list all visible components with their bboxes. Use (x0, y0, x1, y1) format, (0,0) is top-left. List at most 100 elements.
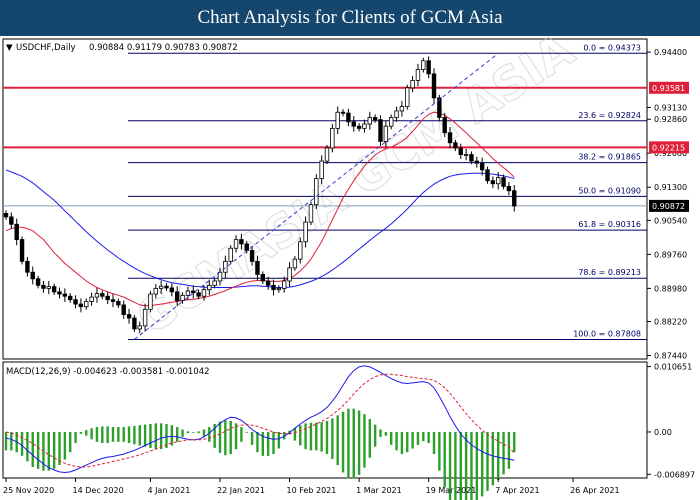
candle (148, 290, 153, 313)
macd-histogram-bar (208, 427, 211, 442)
fib-label: 100.0 = 0.87808 (573, 329, 641, 338)
fib-label: 78.6 = 0.89213 (578, 268, 641, 277)
macd-histogram-bar (69, 431, 72, 453)
candle-body (249, 250, 255, 262)
macd-histogram-bar (427, 431, 430, 444)
y-tick-label: 0.91300 (654, 183, 687, 192)
x-tick-label: 10 Feb 2021 (287, 486, 337, 495)
candle (378, 115, 383, 146)
candle-body (148, 293, 153, 310)
x-tick-label: 1 Mar 2021 (356, 486, 402, 495)
candle-body (421, 60, 426, 70)
chart-title: Chart Analysis for Clients of GCM Asia (197, 7, 503, 28)
macd-histogram-bar (491, 431, 495, 486)
macd-histogram-bar (127, 426, 131, 444)
candle-body (394, 110, 399, 118)
macd-histogram-bar (277, 431, 281, 449)
macd-histogram-bar (250, 431, 254, 445)
candle-body (367, 117, 372, 125)
candle-body (41, 284, 46, 289)
macd-histogram-bar (341, 411, 345, 473)
candle (19, 236, 25, 265)
macd-histogram-bar (79, 431, 83, 434)
macd-histogram-bar (379, 429, 382, 437)
current-price-label: 0.90872 (652, 202, 685, 211)
candle-body (233, 239, 239, 249)
macd-y-tick-label: -0.006897 (654, 470, 695, 479)
chart-area: GCMASIA GCM ASIA 0.0 = 0.9437323.6 = 0.9… (2, 36, 695, 500)
macd-histogram-bar (336, 415, 339, 466)
candle-body (495, 177, 501, 185)
macd-histogram-bar (31, 431, 34, 467)
macd-histogram-bar (486, 431, 489, 491)
candle-body (362, 123, 367, 129)
candle-body (426, 60, 431, 75)
dropdown-triangle-icon[interactable]: ▼ (6, 43, 13, 53)
fib-label: 23.6 = 0.92824 (578, 111, 641, 120)
macd-histogram-bar (181, 429, 184, 437)
resistance-tag-label: 0.92215 (652, 143, 685, 152)
macd-histogram-bar (325, 420, 329, 455)
candle-body (68, 295, 73, 301)
macd-histogram-bar (240, 427, 243, 442)
candle-body (19, 239, 25, 262)
macd-histogram-bar (197, 431, 200, 434)
macd-histogram-bar (176, 427, 179, 442)
candle-body (169, 287, 175, 293)
macd-histogram-bar (357, 410, 361, 475)
candle-body (158, 285, 164, 289)
candle-body (180, 294, 185, 301)
candle-body (378, 119, 383, 142)
macd-histogram-bar (192, 431, 195, 433)
candle (437, 94, 442, 121)
candle-body (469, 154, 474, 162)
candle-body (201, 289, 207, 297)
candle-body (174, 291, 180, 301)
candle-body (458, 147, 463, 155)
candle-body (490, 180, 496, 185)
macd-histogram-bar (363, 414, 366, 468)
macd-histogram-bar (111, 427, 115, 442)
candle (330, 124, 335, 153)
candle-body (196, 292, 201, 297)
macd-histogram-bar (154, 423, 157, 450)
candle-body (335, 111, 340, 129)
candle-body (340, 111, 346, 114)
macd-histogram-bar (502, 431, 505, 475)
candle-body (388, 117, 394, 127)
candle-body (447, 132, 453, 144)
macd-histogram-bar (513, 431, 516, 453)
macd-histogram-bar (218, 421, 222, 453)
candle-body (255, 260, 260, 275)
y-tick-label: 0.88980 (654, 284, 687, 293)
macd-histogram-bar (122, 427, 125, 442)
candle-body (185, 290, 191, 296)
macd-panel (2, 361, 648, 479)
macd-histogram-bar (347, 408, 350, 479)
macd-histogram-bar (299, 425, 302, 446)
macd-histogram-bar (106, 426, 109, 444)
macd-histogram-bar (117, 427, 120, 442)
macd-histogram-bar (331, 418, 334, 459)
symbol-label: USDCHF,Daily (16, 43, 76, 53)
candle-body (463, 154, 469, 156)
candle-body (512, 190, 517, 207)
candle-body (132, 317, 137, 330)
candle-body (276, 287, 282, 291)
macd-histogram-bar (63, 431, 67, 460)
candle-body (383, 125, 389, 142)
fib-label: 61.8 = 0.90316 (578, 220, 641, 229)
candle (314, 174, 319, 210)
candle-body (78, 303, 84, 308)
macd-histogram-bar (170, 425, 174, 446)
x-tick-label: 19 Mar 2021 (426, 486, 477, 495)
candle (228, 245, 233, 265)
candle-body (319, 160, 324, 179)
macd-histogram-bar (138, 425, 141, 446)
macd-histogram-bar (416, 431, 420, 445)
y-tick-label: 0.92860 (654, 115, 687, 124)
candle-body (501, 177, 506, 187)
y-tick-label: 0.88220 (654, 318, 687, 327)
candle-body (3, 212, 9, 218)
candle-body (137, 325, 142, 330)
